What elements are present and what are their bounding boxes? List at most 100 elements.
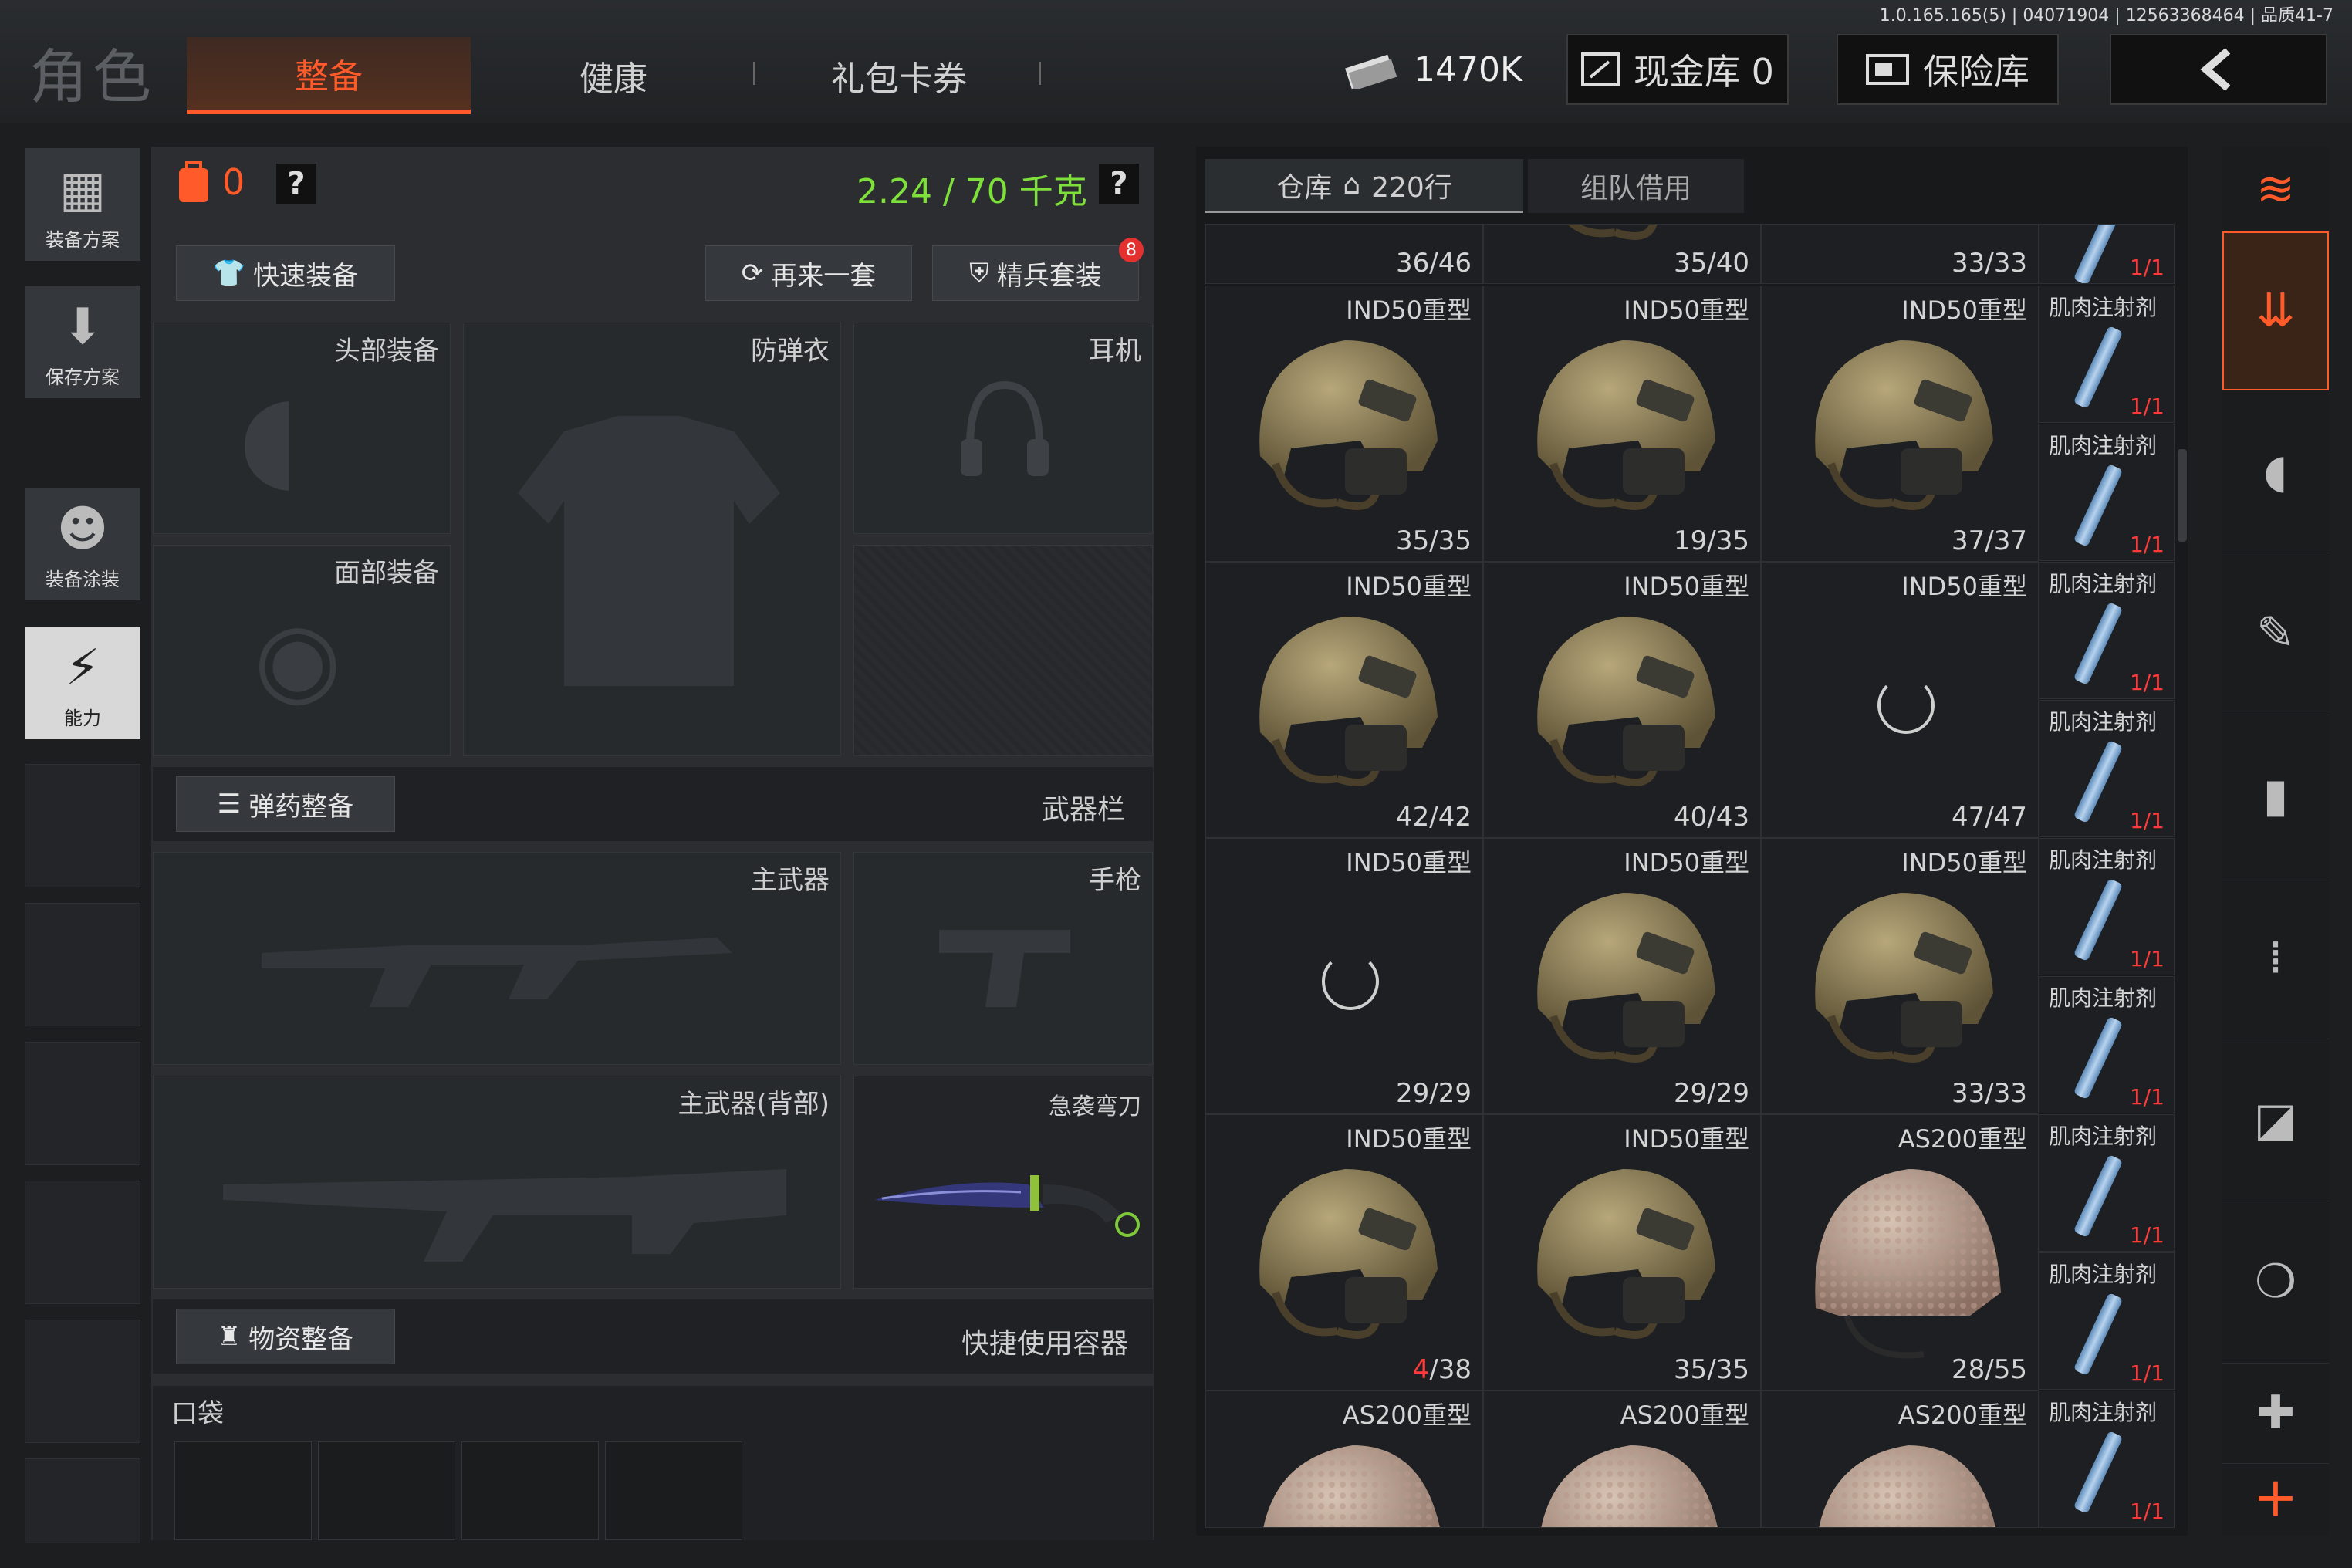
elite-set-button[interactable]: ⛨ 精兵套装 bbox=[932, 245, 1139, 301]
warehouse-item[interactable]: 35/40 bbox=[1483, 224, 1761, 284]
headset-silhouette-icon bbox=[961, 380, 1049, 476]
warehouse-item[interactable]: IND50重型 29/29 bbox=[1483, 838, 1761, 1114]
syringe-item[interactable]: 肌肉注射剂 1/1 bbox=[2039, 838, 2175, 975]
item-count: 19/35 bbox=[1674, 525, 1749, 556]
safe-button[interactable]: 保险库 bbox=[1837, 34, 2059, 105]
empty-slot bbox=[25, 903, 140, 1026]
face-slot[interactable]: 面部装备 ◉ bbox=[153, 545, 451, 756]
magazine-category-button[interactable]: ▮ bbox=[2222, 715, 2329, 877]
item-count: 33/33 bbox=[1952, 248, 2027, 279]
button-label: 再来一套 bbox=[771, 260, 877, 292]
pocket-slot[interactable] bbox=[461, 1441, 599, 1540]
sight-category-button[interactable]: ◪ bbox=[2222, 1039, 2329, 1201]
elite-badge: 8 bbox=[1119, 238, 1144, 262]
syringe-item[interactable]: 肌肉注射剂 1/1 bbox=[2039, 1391, 2175, 1528]
help-icon[interactable]: ? bbox=[276, 164, 316, 204]
deposit-category-button[interactable]: ⇊ bbox=[2222, 231, 2329, 390]
stack-category-button[interactable]: ≋ bbox=[2222, 147, 2329, 232]
money-amount: 1470K bbox=[1414, 49, 1522, 90]
item-count: 35/40 bbox=[1674, 248, 1749, 279]
olive-helmet-icon bbox=[1815, 340, 1993, 510]
ammo-category-button[interactable]: ⁞ bbox=[2222, 877, 2329, 1039]
vest-icon: ▦ bbox=[59, 161, 106, 218]
syringe-item[interactable]: 肌肉注射剂 1/1 bbox=[2039, 562, 2175, 699]
warehouse-item[interactable]: IND50重型 35/35 bbox=[1205, 286, 1483, 562]
item-count: 1/1 bbox=[2129, 1222, 2164, 1248]
tab-label: 仓库 bbox=[1276, 171, 1333, 204]
olive-helmet-icon bbox=[1259, 1169, 1438, 1339]
ability-button[interactable]: ⚡ 能力 bbox=[25, 627, 140, 739]
armor-slot[interactable]: 防弹衣 bbox=[463, 323, 841, 756]
slot-label: 主武器 bbox=[751, 865, 830, 896]
weight-help-icon[interactable]: ? bbox=[1099, 164, 1139, 204]
pocket-slot[interactable] bbox=[605, 1441, 742, 1540]
item-name: IND50重型 bbox=[1901, 296, 2027, 325]
slot-label: 防弹衣 bbox=[751, 336, 830, 367]
grenade-category-button[interactable]: ❍ bbox=[2222, 1201, 2329, 1364]
syringe-item[interactable]: 肌肉注射剂 1/1 bbox=[2039, 976, 2175, 1113]
helmet-category-button[interactable]: ◖ bbox=[2222, 390, 2329, 553]
warehouse-item[interactable]: AS200重型 bbox=[1205, 1391, 1483, 1528]
warehouse-item[interactable]: AS200重型 bbox=[1483, 1391, 1761, 1528]
add-category-button[interactable]: + bbox=[2222, 1458, 2329, 1536]
warehouse-item[interactable]: IND50重型 19/35 bbox=[1483, 286, 1761, 562]
money-display: 1470K bbox=[1344, 45, 1522, 94]
scrollbar-thumb[interactable] bbox=[2178, 449, 2187, 542]
warehouse-item[interactable]: IND50重型 37/37 bbox=[1761, 286, 2039, 562]
equip-paint-button[interactable]: ☻ 装备涂装 bbox=[25, 488, 140, 600]
warehouse-item[interactable]: AS200重型 bbox=[1761, 1391, 2039, 1528]
item-name: 肌肉注射剂 bbox=[2049, 1400, 2158, 1425]
supply-prepare-button[interactable]: ♜ 物资整备 bbox=[176, 1309, 395, 1364]
pocket-slot[interactable] bbox=[318, 1441, 455, 1540]
medkit-category-button[interactable]: ✚ bbox=[2222, 1363, 2329, 1464]
head-slot[interactable]: 头部装备 ◖ bbox=[153, 323, 451, 534]
magazine-icon: ▮ bbox=[2262, 769, 2289, 823]
again-set-button[interactable]: ⟳ 再来一套 bbox=[705, 245, 912, 301]
tab-health[interactable]: 健康 bbox=[540, 37, 687, 114]
warehouse-item[interactable]: IND50重型 47/47 bbox=[1761, 562, 2039, 838]
syringe-item[interactable]: 肌肉注射剂 1/1 bbox=[2039, 424, 2175, 561]
warehouse-item[interactable]: IND50重型 42/42 bbox=[1205, 562, 1483, 838]
tab-team-borrow[interactable]: 组队借用 bbox=[1528, 159, 1744, 213]
main-weapon-back-slot[interactable]: 主武器(背部) bbox=[153, 1076, 841, 1289]
camo-helmet-icon bbox=[1815, 1169, 2001, 1359]
warehouse-item[interactable]: IND50重型 33/33 bbox=[1761, 838, 2039, 1114]
item-count: 1/1 bbox=[2129, 394, 2164, 419]
tab-gift-coupon[interactable]: 礼包卡券 bbox=[803, 37, 995, 114]
headset-slot[interactable]: 耳机 bbox=[853, 323, 1153, 534]
warehouse-item[interactable]: 36/46 bbox=[1205, 224, 1483, 284]
item-name: IND50重型 bbox=[1346, 848, 1472, 877]
warehouse-item[interactable]: IND50重型 35/35 bbox=[1483, 1114, 1761, 1391]
ammo-prepare-button[interactable]: ☰ 弹药整备 bbox=[176, 776, 395, 832]
item-name: 肌肉注射剂 bbox=[2049, 709, 2158, 735]
slot-label: 头部装备 bbox=[334, 336, 439, 367]
rifle-category-button[interactable]: ✎ bbox=[2222, 553, 2329, 715]
item-count: 1/1 bbox=[2129, 670, 2164, 695]
knife-slot[interactable]: 急袭弯刀 bbox=[853, 1076, 1153, 1289]
button-label: 弹药整备 bbox=[248, 791, 354, 823]
syringe-item[interactable]: 肌肉注射剂 1/1 bbox=[2039, 1114, 2175, 1252]
item-name: IND50重型 bbox=[1624, 848, 1749, 877]
save-plan-button[interactable]: ⬇ 保存方案 bbox=[25, 286, 140, 398]
item-name: AS200重型 bbox=[1342, 1401, 1472, 1430]
syringe-item[interactable]: 1/1 bbox=[2039, 224, 2175, 284]
tab-storage[interactable]: 仓库 ⌂ 220行 bbox=[1205, 159, 1523, 213]
loadout-plan-button[interactable]: ▦ 装备方案 bbox=[25, 148, 140, 261]
syringe-icon bbox=[2073, 325, 2124, 410]
warehouse-item[interactable]: IND50重型 40/43 bbox=[1483, 562, 1761, 838]
warehouse-item[interactable]: IND50重型 4/38 bbox=[1205, 1114, 1483, 1391]
warehouse-item[interactable]: IND50重型 29/29 bbox=[1205, 838, 1483, 1114]
pocket-slot[interactable] bbox=[174, 1441, 312, 1540]
tab-prepare[interactable]: 整备 bbox=[187, 37, 471, 114]
back-button[interactable] bbox=[2110, 34, 2327, 105]
syringe-item[interactable]: 肌肉注射剂 1/1 bbox=[2039, 700, 2175, 837]
warehouse-item[interactable]: 33/33 bbox=[1761, 224, 2039, 284]
cash-vault-button[interactable]: 现金库 0 bbox=[1566, 34, 1789, 105]
tab-label: 健康 bbox=[580, 59, 647, 99]
syringe-item[interactable]: 肌肉注射剂 1/1 bbox=[2039, 1252, 2175, 1390]
pistol-slot[interactable]: 手枪 bbox=[853, 852, 1153, 1065]
quick-equip-button[interactable]: 👕 快速装备 bbox=[176, 245, 395, 301]
warehouse-item[interactable]: AS200重型 28/55 bbox=[1761, 1114, 2039, 1391]
syringe-item[interactable]: 肌肉注射剂 1/1 bbox=[2039, 286, 2175, 423]
main-weapon-slot[interactable]: 主武器 bbox=[153, 852, 841, 1065]
